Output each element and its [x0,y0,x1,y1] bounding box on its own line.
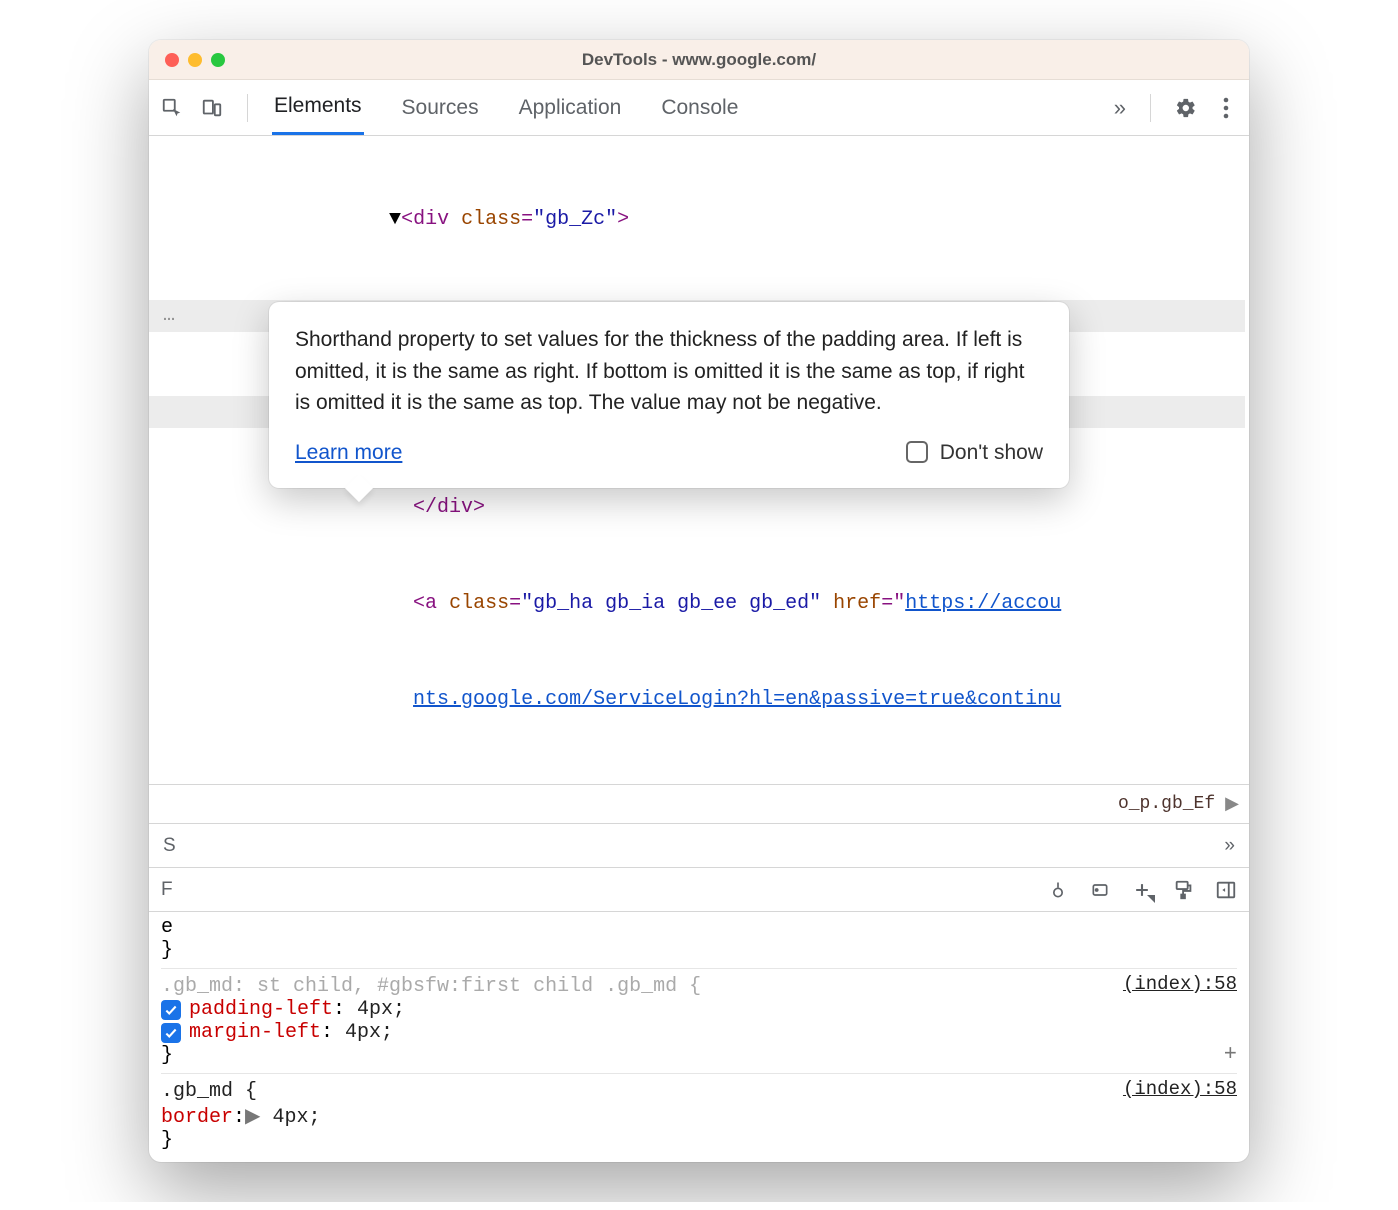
dom-attr: href [833,592,881,615]
close-icon[interactable] [165,53,179,67]
main-toolbar: Elements Sources Application Console » [149,80,1249,136]
css-value[interactable]: 4px; [345,1021,393,1044]
add-rule-icon[interactable] [1131,879,1153,901]
overflow-icon[interactable]: » [1114,95,1126,121]
style-rule[interactable]: (index):58 .gb_md: st child, #gbsfw:firs… [161,968,1237,1067]
minimize-icon[interactable] [188,53,202,67]
filter-input[interactable]: F [161,879,181,901]
dom-attr: class [449,592,509,615]
row-actions-icon[interactable]: … [153,300,185,332]
truncated-tab[interactable]: S [163,835,183,857]
breadcrumb[interactable]: o_p.gb_Ef ▶ [149,784,1249,824]
paint-icon[interactable] [1173,879,1195,901]
dom-row[interactable]: </div> [149,492,1245,524]
kebab-icon[interactable] [1215,97,1237,119]
prop-checkbox[interactable] [161,1023,181,1043]
dom-href[interactable]: nts.google.com/ServiceLogin?hl=en&passiv… [413,688,1061,711]
style-rule[interactable]: (index):58 .gb_md { border:▶ 4px; } [161,1073,1237,1152]
hover-icon[interactable] [1047,879,1069,901]
tab-application[interactable]: Application [517,80,624,135]
toolbar-right: » [1114,94,1237,122]
css-property[interactable]: padding-left [189,998,333,1021]
css-property[interactable]: border [161,1106,233,1129]
dom-tag: <div [401,208,461,231]
style-line: e [161,916,1237,939]
prop-checkbox[interactable] [161,1000,181,1020]
rule-source[interactable]: (index):58 [1123,1078,1237,1100]
inspect-icon[interactable] [161,97,183,119]
css-property[interactable]: margin-left [189,1021,321,1044]
titlebar: DevTools - www.google.com/ [149,40,1249,80]
dom-row[interactable]: <a class="gb_ha gb_ia gb_ee gb_ed" href=… [149,588,1245,620]
style-rule[interactable]: e } [161,916,1237,962]
sidebar-toggle-icon[interactable] [1215,879,1237,901]
maximize-icon[interactable] [211,53,225,67]
add-prop-icon[interactable]: + [1224,1042,1237,1067]
tab-elements[interactable]: Elements [272,80,364,135]
dom-href[interactable]: https://accou [905,592,1061,615]
dom-value: "gb_Zc" [533,208,617,231]
traffic-lights [165,53,225,67]
rule-selector[interactable]: .gb_md: st child, #gbsfw:first child .gb… [161,975,701,998]
dont-show-label: Don't show [940,437,1043,469]
learn-more-link[interactable]: Learn more [295,437,402,469]
overflow-icon[interactable]: » [1224,835,1235,857]
dom-row[interactable]: ▼<div class="gb_Zc"> [149,204,1245,236]
property-tooltip: Shorthand property to set values for the… [269,302,1069,488]
chevron-right-icon[interactable]: ▶ [1225,793,1239,815]
tooltip-body: Shorthand property to set values for the… [295,324,1043,419]
style-brace: } [161,939,1237,962]
tab-strip: Elements Sources Application Console [272,80,740,135]
breadcrumb-item[interactable]: o_p.gb_Ef [1118,794,1215,814]
gear-icon[interactable] [1175,97,1197,119]
styles-panel[interactable]: e } (index):58 .gb_md: st child, #gbsfw:… [149,912,1249,1162]
style-brace: } [161,1044,1237,1067]
expand-caret-icon[interactable]: ▶ [245,1106,260,1129]
dom-row[interactable]: nts.google.com/ServiceLogin?hl=en&passiv… [149,684,1245,716]
dom-tag: <a [413,592,449,615]
dom-value: "gb_ha gb_ia gb_ee gb_ed" [521,592,821,615]
tab-console[interactable]: Console [659,80,740,135]
toolbar-divider [1150,94,1151,122]
window-title: DevTools - www.google.com/ [149,50,1249,70]
rule-selector[interactable]: .gb_md { [161,1080,1237,1103]
class-icon[interactable] [1089,879,1111,901]
expand-caret-icon[interactable]: ▼ [389,208,401,231]
toolbar-divider [247,94,248,122]
tab-sources[interactable]: Sources [400,80,481,135]
device-icon[interactable] [201,97,223,119]
css-value[interactable]: 4px; [357,998,405,1021]
css-value[interactable]: 4px; [272,1106,320,1129]
checkbox-icon[interactable] [906,441,928,463]
dont-show-toggle[interactable]: Don't show [906,437,1043,469]
styles-tabbar: S » [149,824,1249,868]
rule-source[interactable]: (index):58 [1123,973,1237,995]
dom-tag: </div> [413,496,485,519]
style-brace: } [161,1129,1237,1152]
devtools-window: DevTools - www.google.com/ Elements Sour… [149,40,1249,1162]
dom-tag: > [617,208,629,231]
dom-attr: class [461,208,521,231]
styles-toolbar: F [149,868,1249,912]
